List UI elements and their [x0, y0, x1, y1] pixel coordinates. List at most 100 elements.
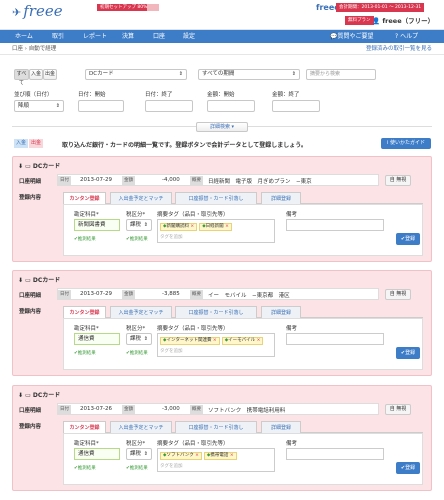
amount-end-input[interactable]: [272, 100, 320, 112]
tag-chip[interactable]: ◆インターネット関連費 ×: [160, 337, 220, 345]
ignore-button[interactable]: 自 無視: [385, 175, 411, 186]
tax-select[interactable]: 課税 ⇕: [126, 219, 152, 231]
close-icon[interactable]: ×: [190, 224, 194, 229]
summary-value: イー モバイル −東京都 港区: [208, 293, 290, 299]
reg-panel: 勘定科目* 通信費 ✔推測結果 税区分* 課税 ⇕ ✔推測結果 摘要タグ（品目・取…: [63, 318, 423, 370]
help-icon: ?: [395, 33, 399, 40]
feedback-link[interactable]: 💬質問やご要望: [330, 30, 374, 43]
tab-transfer[interactable]: 口座振替・カード引落し: [175, 192, 257, 204]
filter-all[interactable]: すべて: [14, 69, 29, 86]
tag-input[interactable]: ◆新聞購読料 × ◆日経新聞 × タグを追加: [157, 219, 275, 243]
filter-in[interactable]: 入金: [29, 69, 43, 80]
tab-match[interactable]: 入出金予定とマッチ: [110, 306, 172, 318]
account-item-input[interactable]: 新聞図書費: [74, 219, 120, 231]
date-start-input[interactable]: [78, 100, 124, 112]
tab-detail[interactable]: 詳細登録: [261, 192, 301, 204]
tag-chip[interactable]: ◆日経新聞 ×: [199, 223, 232, 231]
memo-label: 備考: [286, 441, 298, 447]
detail-search-button[interactable]: 詳細検索 ▾: [196, 122, 248, 132]
help-link[interactable]: ? ヘルプ: [395, 30, 418, 43]
nav-transactions[interactable]: 取引: [52, 30, 64, 43]
tab-easy[interactable]: カンタン登録: [63, 421, 106, 433]
card-icon: ▭: [25, 277, 31, 284]
card-icon: ▭: [25, 163, 31, 170]
caret-icon: ⇕: [178, 71, 183, 77]
tab-detail[interactable]: 詳細登録: [261, 306, 301, 318]
register-button[interactable]: ✔登録: [396, 462, 420, 474]
register-button[interactable]: ✔登録: [396, 233, 420, 245]
close-icon[interactable]: ×: [195, 453, 199, 458]
tag-input[interactable]: ◆ソフトバンク × ◆携帯電話 × タグを追加: [157, 448, 275, 472]
account-item-input[interactable]: 通信費: [74, 448, 120, 460]
tab-detail[interactable]: 詳細登録: [261, 421, 301, 433]
tag-label: 摘要タグ（品目・取引先等）: [157, 441, 229, 447]
register-button[interactable]: ✔登録: [396, 347, 420, 359]
account-item-label: 勘定科目*: [74, 326, 99, 332]
user-menu[interactable]: 👤 freee（フリー）: [372, 15, 434, 25]
reg-content-label: 登録内容: [19, 424, 42, 430]
amount-start-input[interactable]: [207, 100, 255, 112]
breadcrumb[interactable]: 口座 › 自動で経理: [12, 43, 56, 55]
bank-detail-row: 日付 2013-07-26 金額 -3,000 概要 ソフトバンク 携帯電話利用…: [57, 403, 379, 415]
tag-chip[interactable]: ◆携帯電話 ×: [203, 452, 237, 460]
amount-end-label: 金額：終了: [272, 92, 300, 98]
date-value: 2013-07-29: [80, 177, 112, 183]
freee-logo[interactable]: ✈ freee: [12, 2, 63, 20]
card-title: ⬇ ▭ DCカード: [18, 392, 61, 399]
tag-placeholder: タグを追加: [160, 464, 183, 469]
estimate-label: ✔推測結果: [126, 466, 148, 471]
close-icon[interactable]: ×: [225, 224, 229, 229]
tab-match[interactable]: 入出金予定とマッチ: [110, 192, 172, 204]
plan-badge: 無料プラン: [345, 16, 374, 25]
ignore-button[interactable]: 自 無視: [385, 404, 411, 415]
tax-select[interactable]: 課税 ⇕: [126, 448, 152, 460]
sort-select[interactable]: 降順 ⇕: [14, 100, 64, 112]
memo-input[interactable]: [286, 219, 384, 231]
period-select[interactable]: すべての期間 ⇕: [198, 69, 300, 80]
summary-label: 概要: [190, 405, 203, 414]
card-title: ⬇ ▭ DCカード: [18, 277, 61, 284]
tax-select[interactable]: 課税 ⇕: [126, 333, 152, 345]
caret-icon: ⇕: [143, 451, 148, 457]
setup-progress[interactable]: 初期セットアップ 80%: [97, 4, 159, 11]
account-item-input[interactable]: 通信費: [74, 333, 120, 345]
registered-list-link[interactable]: 登録済みの取引一覧を見る: [366, 43, 432, 55]
summary-label: 概要: [190, 290, 203, 299]
search-input[interactable]: 摘要から検索: [306, 69, 376, 80]
date-end-input[interactable]: [145, 100, 193, 112]
filter-out[interactable]: 出金: [43, 69, 57, 80]
tab-transfer[interactable]: 口座振替・カード引落し: [175, 306, 257, 318]
tab-transfer[interactable]: 口座振替・カード引落し: [175, 421, 257, 433]
nav-accounts[interactable]: 口座: [153, 30, 165, 43]
memo-input[interactable]: [286, 448, 384, 460]
tag-placeholder: タグを追加: [160, 349, 183, 354]
tag-chip[interactable]: ◆イーモバイル ×: [221, 337, 264, 345]
close-icon[interactable]: ×: [230, 453, 234, 458]
card-title: ⬇ ▭ DCカード: [18, 163, 61, 170]
ignore-button[interactable]: 自 無視: [385, 289, 411, 300]
close-icon[interactable]: ×: [257, 338, 261, 343]
account-select[interactable]: DCカード ⇕: [85, 69, 187, 80]
tab-match[interactable]: 入出金予定とマッチ: [110, 421, 172, 433]
tag-input[interactable]: ◆インターネット関連費 × ◆イーモバイル × タグを追加: [157, 333, 275, 357]
nav-closing[interactable]: 決算: [122, 30, 134, 43]
tag-chip[interactable]: ◆ソフトバンク ×: [160, 452, 202, 460]
caret-icon: ⇕: [143, 336, 148, 342]
tab-easy[interactable]: カンタン登録: [63, 306, 106, 318]
date-value: 2013-07-29: [80, 291, 112, 297]
nav-reports[interactable]: レポート: [83, 30, 107, 43]
amount-label: 金額: [122, 290, 135, 299]
tax-label: 税区分*: [126, 326, 146, 332]
reg-panel: 勘定科目* 新聞図書費 ✔推測結果 税区分* 課税 ⇕ ✔推測結果 摘要タグ（品目…: [63, 204, 423, 256]
guide-button[interactable]: i 使いかたガイド: [381, 138, 431, 149]
transaction-card: ⬇ ▭ DCカード 口座明細 日付 2013-07-29 金額 -3,885 概…: [12, 270, 432, 376]
date-start-label: 日付：開始: [78, 92, 106, 98]
arrow-down-icon: ⬇: [18, 392, 24, 399]
memo-input[interactable]: [286, 333, 384, 345]
tab-easy[interactable]: カンタン登録: [63, 192, 106, 204]
nav-home[interactable]: ホーム: [15, 30, 33, 43]
tag-chip[interactable]: ◆新聞購読料 ×: [160, 223, 198, 231]
nav-settings[interactable]: 設定: [183, 30, 195, 43]
account-item-label: 勘定科目*: [74, 441, 99, 447]
close-icon[interactable]: ×: [213, 338, 217, 343]
